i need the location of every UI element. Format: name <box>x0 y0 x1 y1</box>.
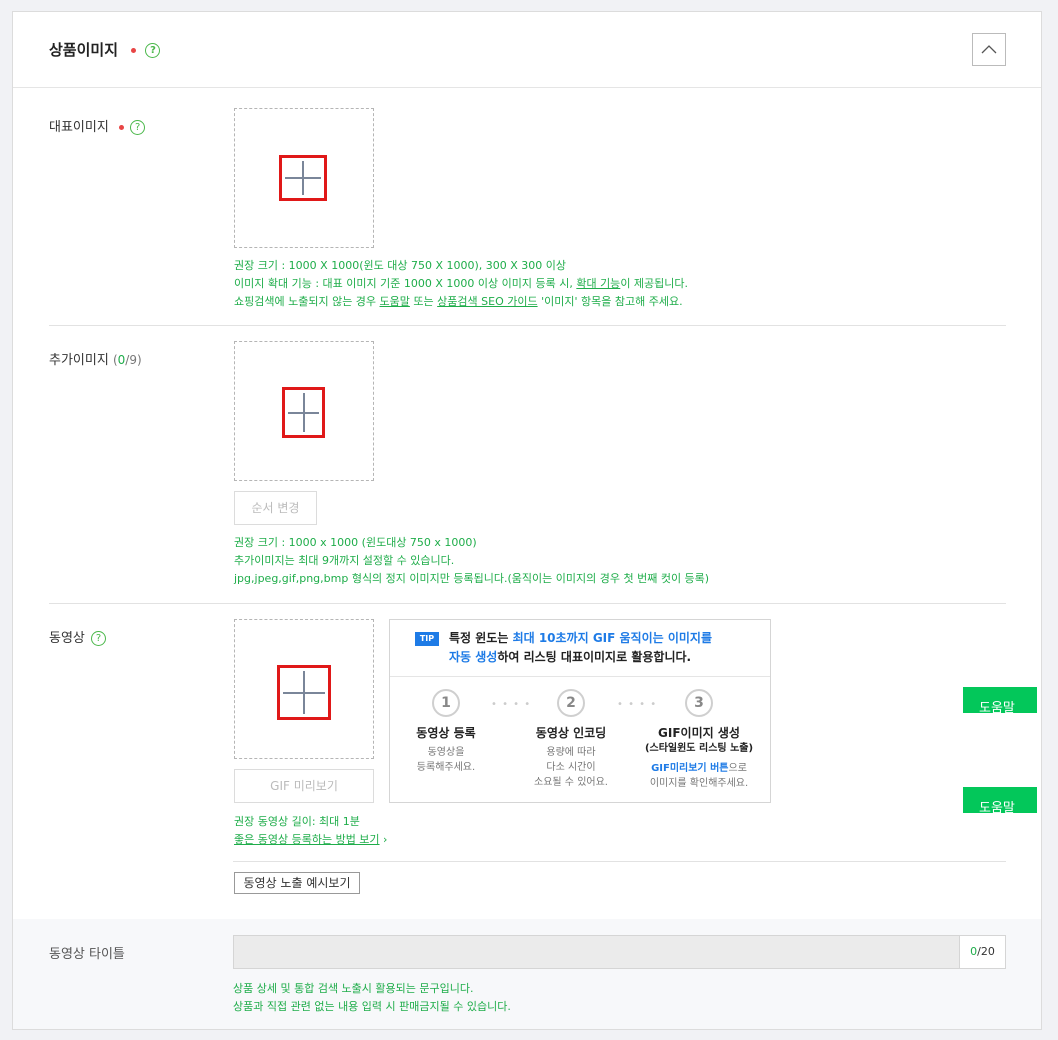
gif-tip-box: TIP 특정 윈도는 최대 10초까지 GIF 움직이는 이미지를 자동 생성하… <box>389 619 771 803</box>
seo-guide-link[interactable]: 상품검색 SEO 가이드 <box>437 295 537 308</box>
help-icon[interactable]: ? <box>130 120 146 135</box>
plus-icon <box>277 665 331 720</box>
tip-text: 특정 윈도는 최대 10초까지 GIF 움직이는 이미지를 자동 생성하여 리스… <box>449 631 713 664</box>
help-tab-button[interactable]: 도움말 <box>963 787 1037 813</box>
video-title-section: 동영상 타이틀 0/20 상품 상세 및 통합 검색 노출시 활용되는 문구입니… <box>13 919 1041 1029</box>
divider <box>49 325 1006 326</box>
gif-preview-button[interactable]: GIF 미리보기 <box>234 769 374 803</box>
plus-icon <box>282 387 325 438</box>
required-dot <box>118 125 124 130</box>
required-dot <box>131 48 137 53</box>
main-image-hints: 권장 크기 : 1000 X 1000(윈도 대상 750 X 1000), 3… <box>234 259 689 308</box>
zoom-feature-link[interactable]: 확대 기능 <box>576 277 620 290</box>
extra-image-upload[interactable] <box>234 341 374 481</box>
video-preview-button[interactable]: 동영상 노출 예시보기 <box>234 872 360 894</box>
video-title-label: 동영상 타이틀 <box>49 947 125 962</box>
video-title-input[interactable]: 0/20 <box>233 935 1006 969</box>
plus-icon <box>279 155 327 201</box>
extra-image-hints: 권장 크기 : 1000 x 1000 (윈도대상 750 x 1000) 추가… <box>234 536 710 585</box>
help-icon[interactable]: ? <box>91 631 107 646</box>
panel-header: 상품이미지 ? <box>13 12 1041 88</box>
video-upload[interactable] <box>234 619 374 759</box>
help-icon[interactable]: ? <box>145 43 161 58</box>
reorder-button[interactable]: 순서 변경 <box>234 491 317 525</box>
video-label: 동영상 ? <box>49 627 107 646</box>
collapse-button[interactable] <box>972 33 1006 66</box>
video-title-hints: 상품 상세 및 통합 검색 노출시 활용되는 문구입니다. 상품과 직접 관련 … <box>233 982 511 1013</box>
video-title-counter: 0/20 <box>959 936 1005 968</box>
video-hints: 권장 동영상 길이: 최대 1분 좋은 동영상 등록하는 방법 보기 › <box>234 815 388 846</box>
product-image-panel: 상품이미지 ? 대표이미지 ? 권장 크기 : 1000 X 1000(윈도 대… <box>12 11 1042 1030</box>
chevron-up-icon <box>981 45 997 54</box>
section-title: 상품이미지 ? <box>49 39 161 60</box>
extra-image-label: 추가이미지 (0/9) <box>49 353 142 368</box>
tip-badge: TIP <box>415 632 439 646</box>
help-link[interactable]: 도움말 <box>380 295 410 308</box>
main-image-label: 대표이미지 ? <box>49 116 146 135</box>
help-tab-button[interactable]: 도움말 <box>963 687 1037 713</box>
tip-step-3: 3 GIF이미지 생성 (스타일윈도 리스팅 노출) GIF미리보기 버튼으로 이미… <box>634 689 764 791</box>
divider <box>233 861 1006 862</box>
video-guide-link[interactable]: 좋은 동영상 등록하는 방법 보기 <box>234 833 380 846</box>
divider <box>49 603 1006 604</box>
main-image-upload[interactable] <box>234 108 374 248</box>
extra-image-count: (0/9) <box>112 353 142 367</box>
